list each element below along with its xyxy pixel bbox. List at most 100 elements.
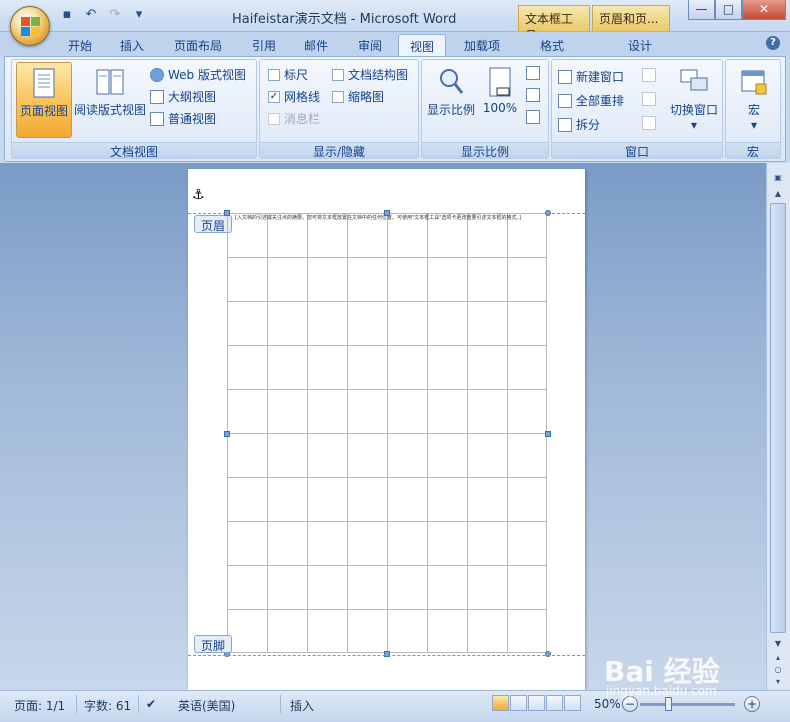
tab-references[interactable]: 引用	[242, 34, 286, 56]
new-window-icon	[558, 69, 572, 84]
one-page-button[interactable]	[526, 66, 540, 80]
gridlines-check: ✓	[268, 90, 280, 103]
print-layout-icon	[33, 68, 55, 98]
proofing-icon[interactable]: ✔	[146, 697, 156, 711]
language-indicator[interactable]: 英语(美国)	[178, 697, 235, 714]
context-tab-header-footer[interactable]: 页眉和页...	[592, 5, 670, 31]
redo-icon[interactable]: ↷	[106, 7, 124, 23]
save-icon[interactable]: ▪	[58, 7, 76, 23]
reading-view-icon[interactable]	[510, 695, 527, 711]
help-icon[interactable]: ?	[766, 36, 780, 50]
tab-insert[interactable]: 插入	[110, 34, 154, 56]
browse-object-icon[interactable]: ○	[770, 665, 786, 677]
group-label-window: 窗口	[552, 142, 722, 159]
status-separator	[280, 695, 281, 713]
side-by-side-icon	[642, 68, 656, 82]
minimize-button[interactable]: —	[688, 0, 715, 20]
tab-format[interactable]: 格式	[530, 34, 574, 56]
office-button[interactable]	[10, 6, 50, 46]
full-reading-button[interactable]: 阅读版式视图	[72, 66, 148, 138]
textbox-handle-ml[interactable]	[224, 431, 230, 437]
gridlines-checkbox[interactable]: ✓ 网格线	[268, 88, 320, 105]
tab-review[interactable]: 审阅	[348, 34, 392, 56]
thumbnails-checkbox[interactable]: 缩略图	[332, 88, 384, 105]
undo-icon[interactable]: ↶	[82, 7, 100, 23]
web-view-icon[interactable]	[528, 695, 545, 711]
page-width-button[interactable]	[526, 110, 540, 124]
ruler-checkbox[interactable]: 标尺	[268, 66, 308, 83]
office-logo-icon	[21, 17, 41, 37]
word-count[interactable]: 字数: 61	[84, 697, 131, 714]
reset-window-button	[642, 116, 656, 130]
close-button[interactable]: ✕	[742, 0, 786, 20]
zoom-level[interactable]: 50%	[594, 697, 621, 711]
web-layout-button[interactable]: Web 版式视图	[150, 66, 246, 83]
draft-view-icon[interactable]	[564, 695, 581, 711]
macros-button[interactable]: 宏 ▾	[730, 66, 778, 136]
sync-scroll-button	[642, 92, 656, 106]
header-textbox-text[interactable]: [入文档的引述或关注点的摘要。您可将文本框放置在文档中的任何位置。可使用"文本框…	[235, 215, 550, 222]
scroll-thumb[interactable]	[770, 203, 786, 633]
zoom-button[interactable]: 显示比例	[424, 66, 478, 136]
two-pages-button[interactable]	[526, 88, 540, 102]
outline-button[interactable]: 大纲视图	[150, 88, 216, 105]
print-layout-view-icon[interactable]	[492, 695, 509, 711]
tab-mailings[interactable]: 邮件	[294, 34, 338, 56]
switch-windows-button[interactable]: 切换窗口 ▾	[666, 66, 722, 136]
outline-view-icon[interactable]	[546, 695, 563, 711]
grid-lines	[227, 213, 547, 653]
context-tab-textbox-tools[interactable]: 文本框工具	[518, 5, 590, 43]
textbox-handle-br[interactable]	[545, 651, 551, 657]
print-layout-button[interactable]: 页面视图	[16, 62, 72, 138]
vertical-scrollbar[interactable]: ▣ ▲ ▼ ▴ ○ ▾	[766, 163, 790, 690]
anchor-icon[interactable]: ⚓	[192, 187, 205, 203]
scroll-up-icon[interactable]: ▲	[770, 189, 786, 201]
reading-view-icon	[96, 69, 124, 95]
ruler-check	[268, 68, 280, 81]
textbox-handle-tl[interactable]	[224, 210, 230, 216]
arrange-all-button[interactable]: 全部重排	[558, 92, 624, 109]
tab-page-layout[interactable]: 页面布局	[166, 34, 230, 56]
customize-toolbar-icon[interactable]: ▾	[130, 7, 148, 23]
zoom-slider[interactable]	[640, 703, 735, 706]
insert-mode-indicator[interactable]: 插入	[290, 697, 314, 714]
zoom-out-button[interactable]: −	[622, 696, 638, 712]
tab-design[interactable]: 设计	[618, 34, 662, 56]
page-count[interactable]: 页面: 1/1	[14, 697, 65, 714]
window-title: Haifeistar演示文档 - Microsoft Word	[232, 12, 457, 27]
draft-icon	[150, 111, 164, 126]
ribbon: 页面视图 阅读版式视图 Web 版式视图 大纲视图 普通视图 文档视图 标尺 ✓…	[4, 56, 786, 162]
maximize-button[interactable]: □	[715, 0, 742, 20]
tab-addins[interactable]: 加载项	[454, 34, 510, 56]
tab-view[interactable]: 视图	[398, 34, 446, 56]
footer-boundary	[188, 655, 585, 656]
new-window-button[interactable]: 新建窗口	[558, 68, 624, 85]
group-label-zoom: 显示比例	[422, 142, 548, 159]
group-window: 新建窗口 全部重排 拆分 切换窗口 ▾ 窗口	[551, 59, 723, 159]
title-bar: ▪ ↶ ↷ ▾ Haifeistar演示文档 - Microsoft Word …	[0, 0, 790, 43]
macros-icon	[741, 70, 767, 95]
draft-button[interactable]: 普通视图	[150, 110, 216, 127]
textbox-handle-mr[interactable]	[545, 431, 551, 437]
zoom-in-button[interactable]: +	[744, 696, 760, 712]
scroll-down-icon[interactable]: ▼	[770, 639, 786, 651]
textbox-handle-tm[interactable]	[384, 210, 390, 216]
ruler-toggle-icon[interactable]: ▣	[770, 173, 786, 185]
textbox-handle-bm[interactable]	[384, 651, 390, 657]
one-page-icon	[526, 66, 540, 80]
macros-dropdown-icon: ▾	[750, 118, 758, 132]
status-separator	[76, 695, 77, 713]
message-bar-check	[268, 112, 280, 125]
textbox-handle-tr[interactable]	[545, 210, 551, 216]
document-page[interactable]: ⚓ 页眉 [入文档的引述或关注点的摘要。您可将文本框放置在文档中的任何位置。可使…	[188, 169, 585, 690]
group-macros: 宏 ▾ 宏	[725, 59, 781, 159]
split-button[interactable]: 拆分	[558, 116, 600, 133]
previous-page-icon[interactable]: ▴	[770, 653, 786, 665]
zoom-slider-knob[interactable]	[665, 697, 672, 711]
doc-map-checkbox[interactable]: 文档结构图	[332, 66, 408, 83]
next-page-icon[interactable]: ▾	[770, 677, 786, 689]
view-side-by-side-button	[642, 68, 656, 82]
zoom-100-button[interactable]: 100%	[480, 66, 520, 136]
tab-home[interactable]: 开始	[58, 34, 102, 56]
document-area[interactable]: ⚓ 页眉 [入文档的引述或关注点的摘要。您可将文本框放置在文档中的任何位置。可使…	[0, 163, 766, 690]
